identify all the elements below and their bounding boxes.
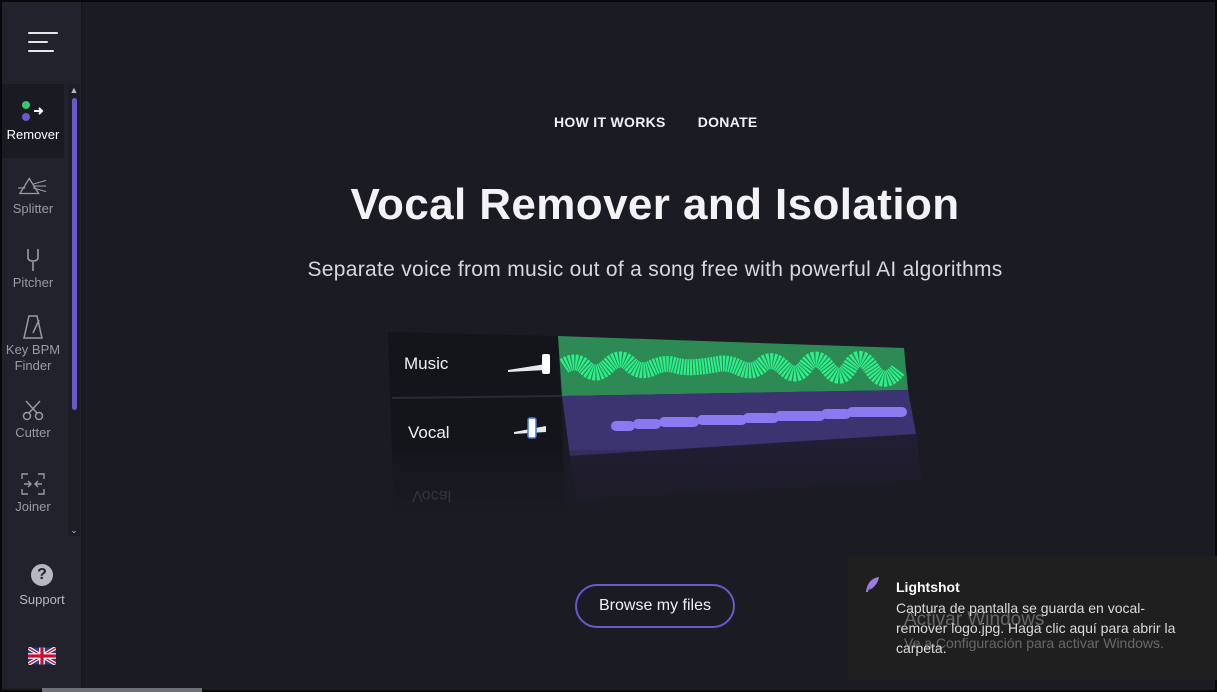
notification-message: Captura de pantalla se guarda en vocal-r… xyxy=(896,600,1176,656)
sidebar-item-label: Remover xyxy=(6,127,60,142)
vocal-reflection-label: Vocal xyxy=(412,487,452,504)
sidebar-item-joiner[interactable]: Joiner xyxy=(2,456,64,530)
support-label: Support xyxy=(19,592,65,607)
metronome-icon xyxy=(18,314,48,340)
browse-files-button[interactable]: Browse my files xyxy=(575,584,735,628)
sidebar-item-label: Cutter xyxy=(15,425,51,440)
menu-line xyxy=(28,32,58,34)
uk-flag-icon[interactable] xyxy=(27,645,57,667)
page-subtitle: Separate voice from music out of a song … xyxy=(307,258,1003,281)
hamburger-menu-button[interactable] xyxy=(28,30,60,58)
scroll-up-arrow-icon[interactable]: ▲ xyxy=(68,84,80,96)
support-button[interactable]: ? Support xyxy=(10,564,74,624)
sidebar-item-cutter[interactable]: Cutter xyxy=(2,382,64,456)
page-title: Vocal Remover and Isolation xyxy=(350,180,960,229)
vocal-track-label: Vocal xyxy=(408,423,450,442)
sidebar: Remover Splitter Pitcher Key BPM Finder … xyxy=(2,2,82,688)
sidebar-item-remover[interactable]: Remover xyxy=(2,84,64,158)
scissors-icon xyxy=(18,397,48,423)
notification-app-name: Lightshot xyxy=(896,579,960,595)
music-track-label: Music xyxy=(404,354,449,373)
menu-line xyxy=(28,50,54,52)
sidebar-item-label: Joiner xyxy=(15,499,51,514)
menu-line xyxy=(28,41,48,43)
sidebar-scrollbar[interactable]: ▲ ⌄ xyxy=(68,84,80,536)
join-icon xyxy=(18,471,48,497)
lightshot-notification[interactable]: Lightshot Activar Windows Ve a Configura… xyxy=(848,556,1217,680)
feather-icon xyxy=(864,576,880,594)
track-mixer-illustration: Music Vocal Vocal xyxy=(386,330,926,520)
sidebar-item-label: Key BPM Finder xyxy=(5,342,61,373)
scrollbar-thumb[interactable] xyxy=(72,98,77,410)
top-nav: HOW IT WORKS DONATE xyxy=(554,114,758,130)
sidebar-nav: Remover Splitter Pitcher Key BPM Finder … xyxy=(2,84,66,530)
donate-link[interactable]: DONATE xyxy=(698,114,758,130)
how-it-works-link[interactable]: HOW IT WORKS xyxy=(554,114,666,130)
question-icon: ? xyxy=(31,564,53,586)
horizontal-scrollbar-thumb[interactable] xyxy=(42,688,202,692)
scroll-down-arrow-icon[interactable]: ⌄ xyxy=(68,524,80,536)
remover-icon xyxy=(18,99,48,125)
sidebar-item-key-bpm-finder[interactable]: Key BPM Finder xyxy=(2,306,64,382)
